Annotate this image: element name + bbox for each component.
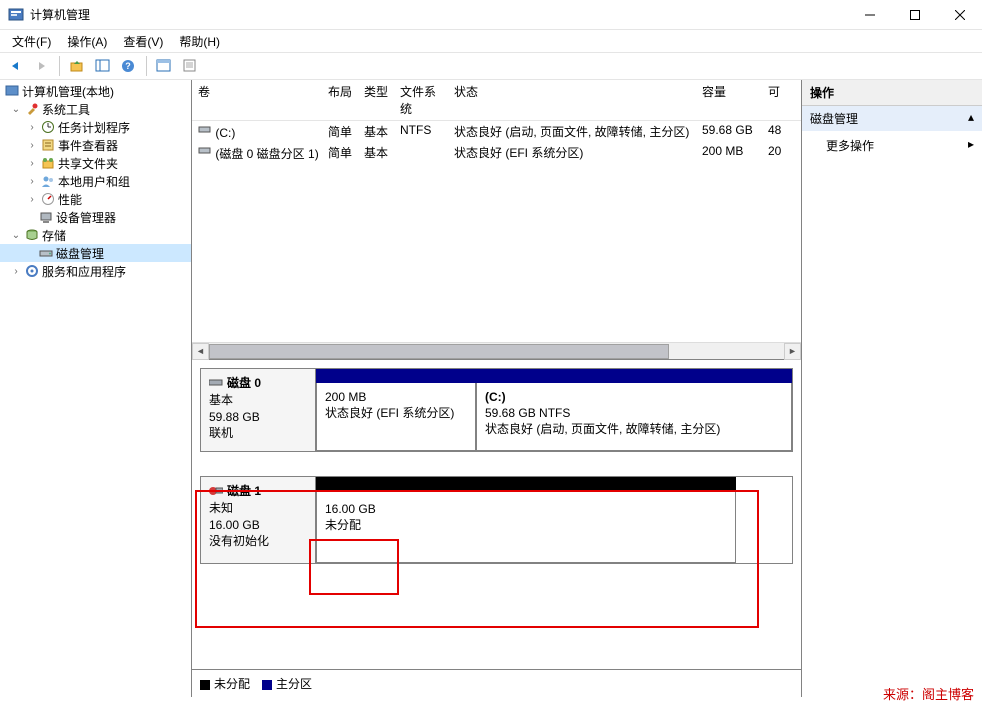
volume-rows: (C:) 简单 基本 NTFS 状态良好 (启动, 页面文件, 故障转储, 主分…	[192, 121, 801, 342]
performance-icon	[40, 191, 56, 207]
actions-context[interactable]: 磁盘管理 ▴	[802, 106, 982, 131]
menubar: 文件(F) 操作(A) 查看(V) 帮助(H)	[0, 30, 982, 52]
menu-help[interactable]: 帮助(H)	[173, 31, 226, 52]
tree-local-users[interactable]: › 本地用户和组	[0, 172, 191, 190]
disk-icon	[38, 245, 54, 261]
refresh-button[interactable]	[152, 55, 176, 77]
col-type[interactable]: 类型	[358, 80, 394, 120]
disk-1-row[interactable]: 磁盘 1 未知 16.00 GB 没有初始化 16.00 GB 未分配	[200, 476, 793, 564]
toolbar-separator	[146, 56, 147, 76]
collapse-icon[interactable]: ⌄	[10, 104, 22, 115]
back-button[interactable]	[4, 55, 28, 77]
disk-graphical-view: 磁盘 0 基本 59.88 GB 联机 200 MB 状态良好 (EFI 系统分…	[192, 360, 801, 669]
storage-icon	[24, 227, 40, 243]
event-icon	[40, 137, 56, 153]
tree-panel[interactable]: 计算机管理(本地) ⌄ 系统工具 › 任务计划程序 › 事件查看器 › 共享文件…	[0, 80, 192, 697]
help-button[interactable]: ?	[117, 55, 141, 77]
main-content: 计算机管理(本地) ⌄ 系统工具 › 任务计划程序 › 事件查看器 › 共享文件…	[0, 80, 982, 697]
actions-more[interactable]: 更多操作 ▸	[802, 131, 982, 160]
disk-1-label: 磁盘 1 未知 16.00 GB 没有初始化	[201, 477, 316, 563]
svg-text:?: ?	[125, 61, 131, 71]
tools-icon	[24, 101, 40, 117]
expand-icon[interactable]: ›	[26, 176, 38, 187]
app-icon	[8, 7, 24, 23]
users-icon	[40, 173, 56, 189]
tree-performance[interactable]: › 性能	[0, 190, 191, 208]
disk-0-partition-1[interactable]: (C:) 59.68 GB NTFS 状态良好 (启动, 页面文件, 故障转储,…	[476, 369, 792, 451]
col-free[interactable]: 可	[762, 80, 786, 120]
expand-icon[interactable]: ›	[10, 266, 22, 277]
tree-system-tools[interactable]: ⌄ 系统工具	[0, 100, 191, 118]
disk-0-row[interactable]: 磁盘 0 基本 59.88 GB 联机 200 MB 状态良好 (EFI 系统分…	[200, 368, 793, 452]
chevron-right-icon: ▸	[968, 137, 974, 154]
tree-shared-folders[interactable]: › 共享文件夹	[0, 154, 191, 172]
disk-0-label: 磁盘 0 基本 59.88 GB 联机	[201, 369, 316, 451]
menu-file[interactable]: 文件(F)	[6, 31, 57, 52]
col-capacity[interactable]: 容量	[696, 80, 762, 120]
scroll-left-button[interactable]: ◄	[192, 343, 209, 360]
legend: 未分配 主分区	[192, 669, 801, 697]
show-hide-tree-button[interactable]	[91, 55, 115, 77]
legend-unallocated-swatch	[200, 680, 210, 690]
disk-0-partition-0[interactable]: 200 MB 状态良好 (EFI 系统分区)	[316, 369, 476, 451]
col-fs[interactable]: 文件系统	[394, 80, 448, 120]
center-panel: 卷 布局 类型 文件系统 状态 容量 可 (C:) 简单 基本 NTFS 状态良…	[192, 80, 802, 697]
forward-button[interactable]	[30, 55, 54, 77]
services-icon	[24, 263, 40, 279]
expand-icon[interactable]: ›	[26, 194, 38, 205]
actions-panel: 操作 磁盘管理 ▴ 更多操作 ▸	[802, 80, 982, 697]
device-icon	[38, 209, 54, 225]
expand-icon[interactable]: ›	[26, 158, 38, 169]
volume-row[interactable]: (C:) 简单 基本 NTFS 状态良好 (启动, 页面文件, 故障转储, 主分…	[192, 121, 801, 142]
actions-header: 操作	[802, 80, 982, 106]
toolbar-separator	[59, 56, 60, 76]
tree-disk-management[interactable]: 磁盘管理	[0, 244, 191, 262]
collapse-icon: ▴	[968, 110, 974, 127]
disk-icon	[209, 377, 223, 389]
menu-action[interactable]: 操作(A)	[61, 31, 113, 52]
tree-event-viewer[interactable]: › 事件查看器	[0, 136, 191, 154]
maximize-button[interactable]	[892, 0, 937, 29]
clock-icon	[40, 119, 56, 135]
share-icon	[40, 155, 56, 171]
legend-primary-swatch	[262, 680, 272, 690]
window-title: 计算机管理	[30, 6, 847, 23]
disk-error-icon	[209, 485, 223, 497]
scroll-thumb[interactable]	[209, 344, 669, 359]
disk-1-partition-0[interactable]: 16.00 GB 未分配	[316, 477, 736, 563]
tree-storage[interactable]: ⌄ 存储	[0, 226, 191, 244]
toolbar: ?	[0, 52, 982, 80]
col-status[interactable]: 状态	[448, 80, 696, 120]
scrollbar-horizontal[interactable]: ◄ ►	[192, 342, 801, 359]
computer-icon	[4, 83, 20, 99]
close-button[interactable]	[937, 0, 982, 29]
collapse-icon[interactable]: ⌄	[10, 230, 22, 241]
col-layout[interactable]: 布局	[322, 80, 358, 120]
tree-root[interactable]: 计算机管理(本地)	[0, 82, 191, 100]
volume-headers: 卷 布局 类型 文件系统 状态 容量 可	[192, 80, 801, 121]
menu-view[interactable]: 查看(V)	[117, 31, 169, 52]
volume-list: 卷 布局 类型 文件系统 状态 容量 可 (C:) 简单 基本 NTFS 状态良…	[192, 80, 801, 360]
up-button[interactable]	[65, 55, 89, 77]
col-volume[interactable]: 卷	[192, 80, 322, 120]
tree-services[interactable]: › 服务和应用程序	[0, 262, 191, 280]
expand-icon[interactable]: ›	[26, 140, 38, 151]
drive-icon	[198, 123, 212, 137]
scroll-right-button[interactable]: ►	[784, 343, 801, 360]
tree-device-manager[interactable]: 设备管理器	[0, 208, 191, 226]
expand-icon[interactable]: ›	[26, 122, 38, 133]
scroll-track[interactable]	[209, 343, 784, 360]
drive-icon	[198, 144, 212, 158]
titlebar: 计算机管理	[0, 0, 982, 30]
tree-task-scheduler[interactable]: › 任务计划程序	[0, 118, 191, 136]
minimize-button[interactable]	[847, 0, 892, 29]
properties-button[interactable]	[178, 55, 202, 77]
watermark: 来源：阁主博客	[883, 684, 974, 703]
volume-row[interactable]: (磁盘 0 磁盘分区 1) 简单 基本 状态良好 (EFI 系统分区) 200 …	[192, 142, 801, 164]
